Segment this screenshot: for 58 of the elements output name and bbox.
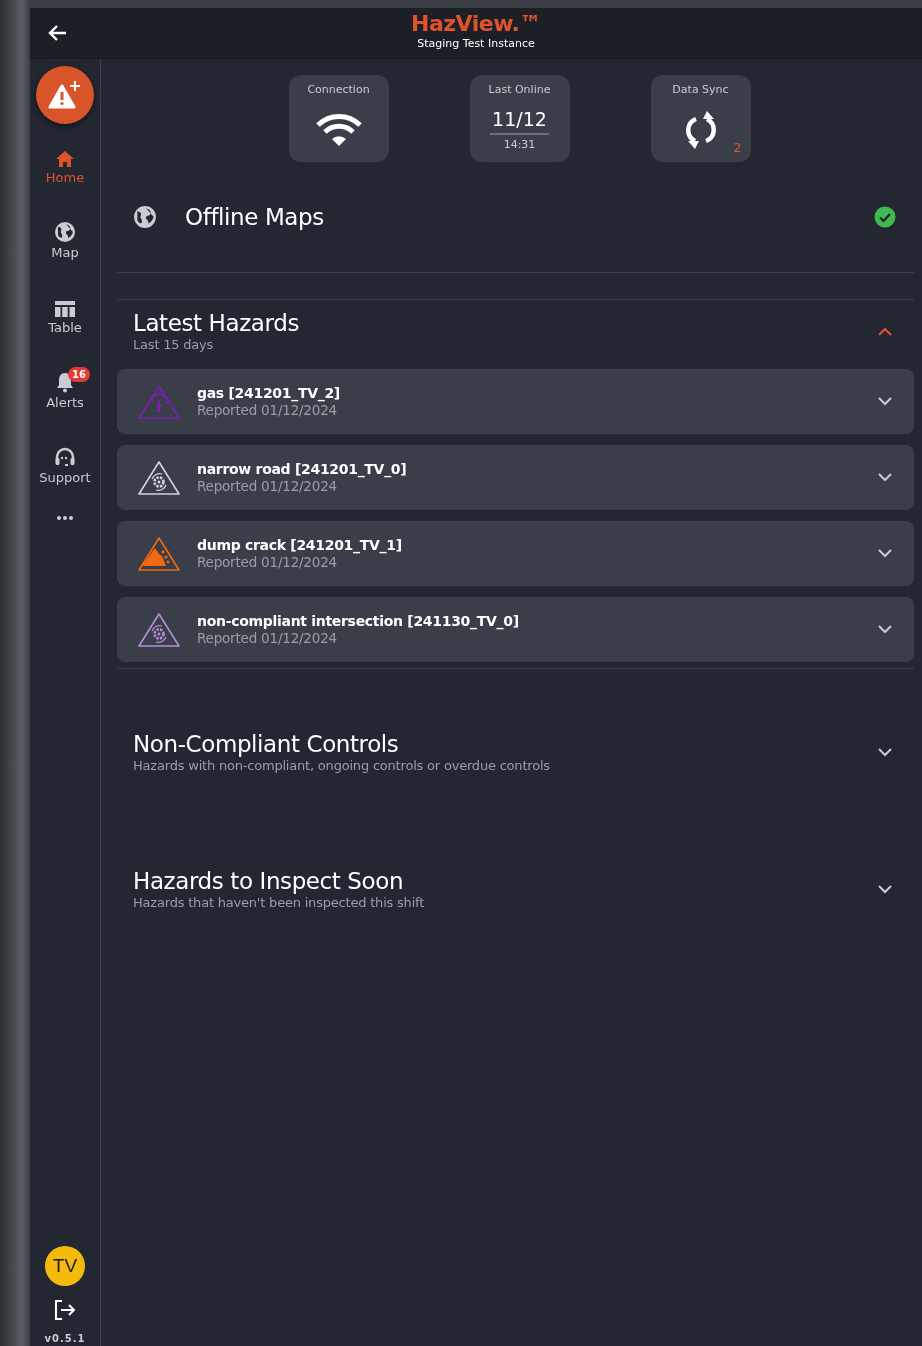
reported-date: Reported 01/12/2024 bbox=[197, 478, 338, 495]
app-logo-title: HazView.™ bbox=[411, 11, 541, 37]
status-card-label: Last Online bbox=[488, 83, 551, 97]
report-hazard-button[interactable] bbox=[36, 66, 94, 124]
logout-icon bbox=[54, 1300, 76, 1320]
nav-item[interactable]: Map bbox=[33, 219, 97, 277]
hazard-title: dump crack [241201_TV_1] bbox=[197, 536, 403, 554]
last-online-time: 14:31 bbox=[503, 138, 536, 151]
section-title: Hazards to Inspect Soon bbox=[133, 868, 405, 895]
nav-item[interactable]: Support bbox=[33, 444, 97, 502]
headset-icon bbox=[54, 446, 76, 468]
last-online-date: 11/12 bbox=[490, 108, 549, 135]
globe-icon bbox=[133, 205, 157, 229]
reported-date: Reported 01/12/2024 bbox=[197, 630, 338, 647]
hazard-card[interactable]: narrow road [241201_TV_0] Reported 01/12/2024 bbox=[117, 445, 914, 510]
section-subtitle: Hazards that haven't been inspected this shift bbox=[133, 895, 426, 911]
expand-chevron-icon bbox=[878, 473, 892, 482]
hazard-title: non-compliant intersection [241130_TV_0] bbox=[197, 612, 520, 630]
hazard-card[interactable]: dump crack [241201_TV_1] Reported 01/12/2024 bbox=[117, 521, 914, 586]
expand-chevron-icon bbox=[878, 625, 892, 634]
expand-chevron-icon bbox=[878, 885, 892, 894]
expand-chevron-icon bbox=[878, 549, 892, 558]
bell-icon bbox=[55, 371, 75, 393]
section-header[interactable]: Latest Hazards Last 15 days bbox=[117, 300, 914, 363]
warning-plus-icon bbox=[48, 80, 82, 110]
globe-icon bbox=[54, 221, 76, 243]
offline-maps-title: Offline Maps bbox=[185, 204, 325, 230]
user-avatar[interactable]: TV bbox=[45, 1246, 85, 1286]
section-title: Non-Compliant Controls bbox=[133, 731, 400, 758]
section-title: Latest Hazards bbox=[133, 310, 300, 337]
hazard-title: gas [241201_TV_2] bbox=[197, 384, 341, 402]
nav-item[interactable]: Table bbox=[33, 294, 97, 352]
more-dots-icon bbox=[56, 515, 74, 521]
version-label: v0.5.1 bbox=[44, 1333, 86, 1344]
table-icon bbox=[54, 300, 76, 318]
reported-date: Reported 01/12/2024 bbox=[197, 402, 338, 419]
hazard-title: narrow road [241201_TV_0] bbox=[197, 460, 408, 478]
back-arrow-icon bbox=[47, 24, 67, 42]
section-subtitle: Hazards with non-compliant, ongoing controls or overdue controls bbox=[133, 758, 551, 774]
section-header[interactable]: Non-Compliant Controls Hazards with non-compliant, ongoing controls or overdue controls bbox=[117, 721, 914, 784]
instance-label: Staging Test Instance bbox=[417, 37, 535, 51]
home-icon bbox=[55, 150, 75, 168]
status-card-label: Data Sync bbox=[672, 83, 729, 97]
wifi-icon bbox=[314, 111, 363, 148]
status-card-label: Connection bbox=[307, 83, 370, 97]
section-header[interactable]: Hazards to Inspect Soon Hazards that haven't been inspected this shift bbox=[117, 858, 914, 921]
nav-item[interactable]: Alerts 16 bbox=[33, 369, 97, 427]
nav-item[interactable]: Home bbox=[33, 144, 97, 202]
expand-chevron-icon bbox=[878, 397, 892, 406]
collapse-chevron-icon bbox=[878, 327, 892, 336]
count-badge: 16 bbox=[68, 367, 90, 382]
section-subtitle: Last 15 days bbox=[133, 337, 215, 353]
expand-chevron-icon bbox=[878, 748, 892, 757]
reported-date: Reported 01/12/2024 bbox=[197, 554, 338, 571]
hazard-card[interactable]: gas [241201_TV_2] Reported 01/12/2024 bbox=[117, 369, 914, 434]
hazard-card[interactable]: non-compliant intersection [241130_TV_0] Reported 01/12/2024 bbox=[117, 597, 914, 662]
pending-sync-count: 2 bbox=[733, 140, 742, 155]
logout-button[interactable] bbox=[54, 1300, 76, 1323]
